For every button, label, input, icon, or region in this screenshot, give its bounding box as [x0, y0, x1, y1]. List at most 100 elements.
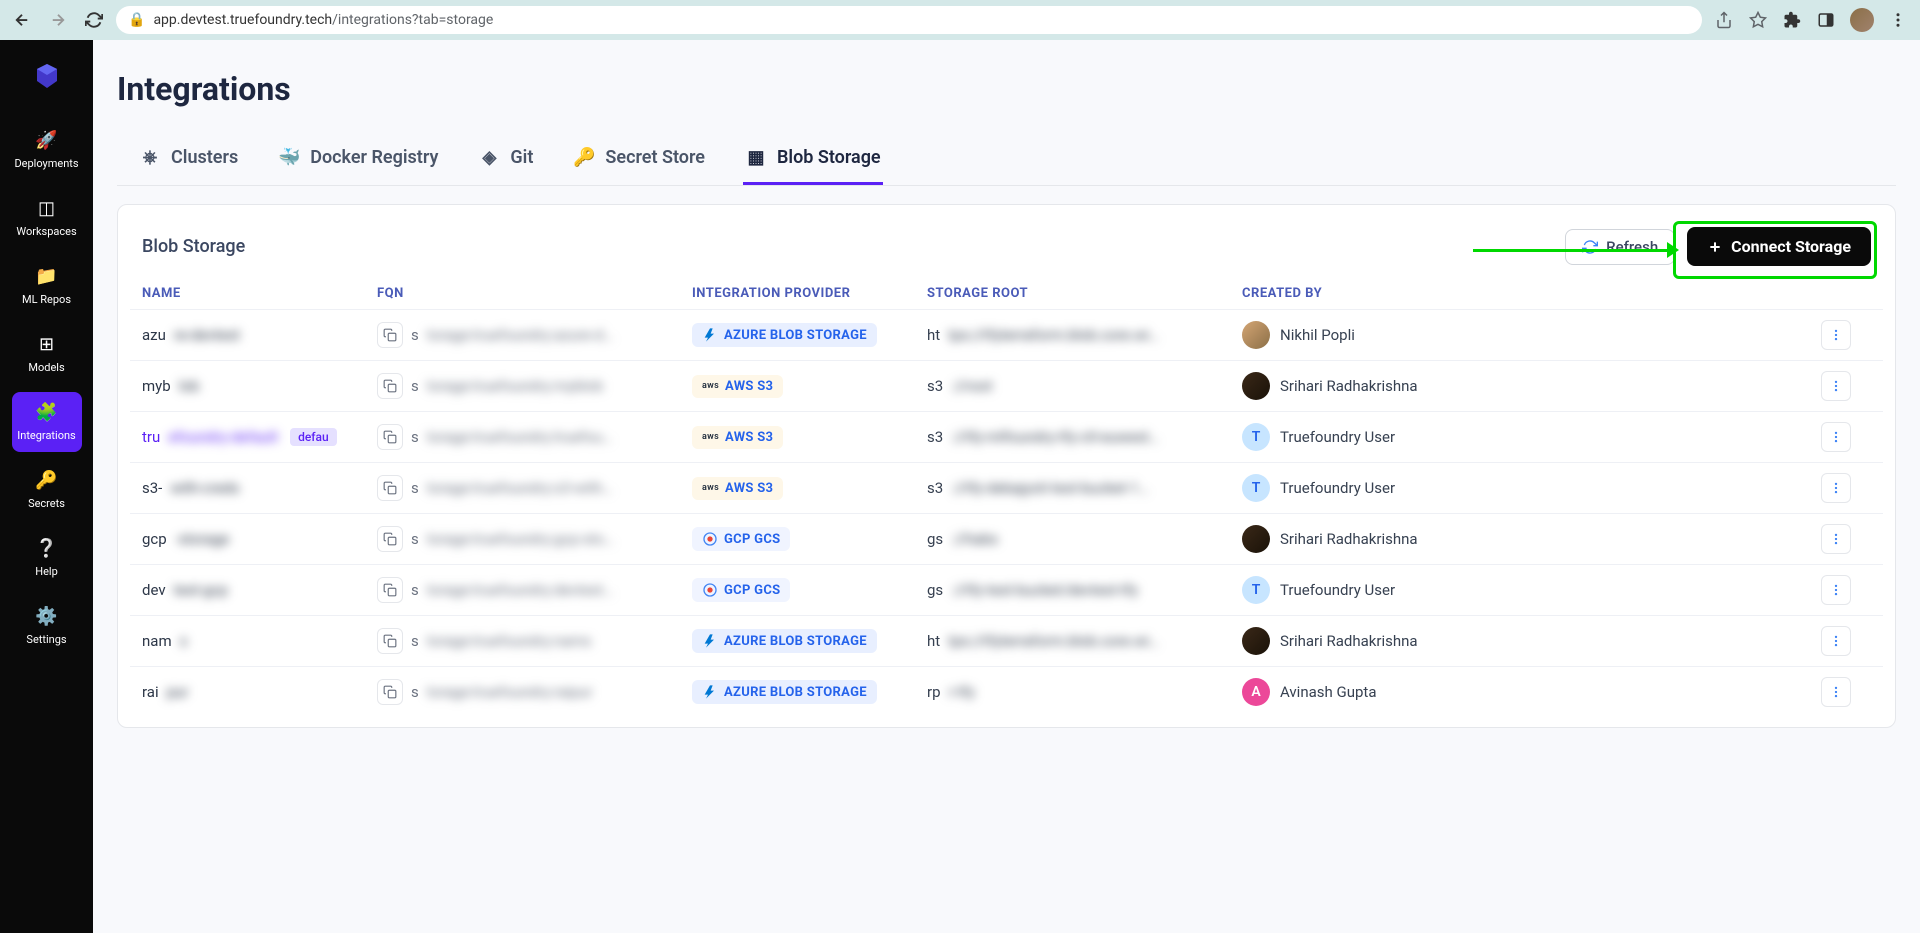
- user-avatar: A: [1242, 678, 1270, 706]
- key-icon: 🔑: [35, 470, 57, 491]
- row-name: nams: [142, 632, 377, 650]
- sidebar-item-workspaces[interactable]: ◫Workspaces: [12, 188, 82, 248]
- table-header: NAME FQN INTEGRATION PROVIDER STORAGE RO…: [130, 278, 1883, 309]
- tab-secret-store[interactable]: 🔑Secret Store: [571, 132, 707, 185]
- row-menu-button[interactable]: [1821, 320, 1851, 350]
- grid-icon: ◫: [38, 198, 55, 219]
- row-fqn: storage:truefoundry:truefou…: [377, 424, 692, 450]
- connect-storage-button[interactable]: Connect Storage: [1687, 227, 1871, 266]
- row-fqn: storage:truefoundry:myblob: [377, 373, 692, 399]
- row-name[interactable]: truefoundry-defaultdefau: [142, 428, 377, 446]
- sidebar-item-deployments[interactable]: 🚀Deployments: [12, 120, 82, 180]
- refresh-icon: [1582, 239, 1598, 255]
- copy-icon[interactable]: [377, 424, 403, 450]
- user-avatar: T: [1242, 576, 1270, 604]
- folder-icon: 📁: [35, 266, 57, 287]
- table-row: namsstorage:truefoundry:namsAZURE BLOB S…: [130, 615, 1883, 666]
- row-name: devtest-gcp: [142, 581, 377, 599]
- row-storage-root: https://tfyterraform.blob.core.wi…: [927, 632, 1242, 650]
- tab-git[interactable]: ◈Git: [476, 132, 535, 185]
- row-fqn: storage:truefoundry:azure-d…: [377, 322, 692, 348]
- bookmark-icon[interactable]: [1748, 10, 1768, 30]
- row-menu-button[interactable]: [1821, 626, 1851, 656]
- row-created-by: TTruefoundry User: [1242, 474, 1821, 502]
- row-storage-root: gs://habs: [927, 530, 1242, 548]
- share-icon[interactable]: [1714, 10, 1734, 30]
- row-created-by: AAvinash Gupta: [1242, 678, 1821, 706]
- row-storage-root: https://tfyterraform.blob.core.wi…: [927, 326, 1242, 344]
- copy-icon[interactable]: [377, 322, 403, 348]
- table-row: azure-devteststorage:truefoundry:azure-d…: [130, 309, 1883, 360]
- extensions-icon[interactable]: [1782, 10, 1802, 30]
- reload-button[interactable]: [84, 10, 104, 30]
- tab-clusters[interactable]: ⎈Clusters: [137, 132, 240, 185]
- page-title: Integrations: [117, 70, 1896, 108]
- row-name: myblob: [142, 377, 377, 395]
- address-bar[interactable]: 🔒 app.devtest.truefoundry.tech/integrati…: [116, 6, 1702, 34]
- sidebar-item-help[interactable]: ❔Help: [12, 528, 82, 588]
- row-menu-button[interactable]: [1821, 422, 1851, 452]
- sidebar-item-secrets[interactable]: 🔑Secrets: [12, 460, 82, 520]
- row-name: azure-devtest: [142, 326, 377, 344]
- row-menu-button[interactable]: [1821, 371, 1851, 401]
- user-avatar: [1242, 525, 1270, 553]
- puzzle-icon: 🧩: [35, 402, 57, 423]
- row-storage-root: s3://tfy-mlfoundry-tfy-ctl-euwest…: [927, 428, 1242, 446]
- user-avatar: T: [1242, 474, 1270, 502]
- refresh-button[interactable]: Refresh: [1565, 229, 1675, 265]
- panel-icon[interactable]: [1816, 10, 1836, 30]
- tabs: ⎈Clusters 🐳Docker Registry ◈Git 🔑Secret …: [117, 132, 1896, 186]
- row-provider: GCP GCS: [692, 578, 927, 602]
- row-name: raipur: [142, 683, 377, 701]
- row-menu-button[interactable]: [1821, 575, 1851, 605]
- card-title: Blob Storage: [142, 236, 245, 257]
- row-storage-root: s3://root: [927, 377, 1242, 395]
- copy-icon[interactable]: [377, 475, 403, 501]
- help-icon: ❔: [35, 538, 57, 559]
- row-fqn: storage:truefoundry:nams: [377, 628, 692, 654]
- row-menu-button[interactable]: [1821, 524, 1851, 554]
- row-provider: awsAWS S3: [692, 477, 927, 500]
- copy-icon[interactable]: [377, 628, 403, 654]
- gear-icon: ⚙️: [35, 606, 57, 627]
- row-storage-root: gs://tfy-test-bucket/devtest-tfy: [927, 581, 1242, 599]
- sidebar: 🚀Deployments ◫Workspaces 📁ML Repos ⊞Mode…: [0, 40, 93, 933]
- row-menu-button[interactable]: [1821, 677, 1851, 707]
- row-created-by: TTruefoundry User: [1242, 423, 1821, 451]
- row-storage-root: s3://tfy-debajyoti-test-bucket-1…: [927, 479, 1242, 497]
- copy-icon[interactable]: [377, 679, 403, 705]
- menu-icon[interactable]: [1888, 10, 1908, 30]
- table-row: raipurstorage:truefoundry:raipurAZURE BL…: [130, 666, 1883, 717]
- logo[interactable]: [31, 60, 63, 92]
- cluster-icon: ⎈: [139, 146, 161, 168]
- user-avatar: [1242, 627, 1270, 655]
- back-button[interactable]: [12, 10, 32, 30]
- tab-docker[interactable]: 🐳Docker Registry: [276, 132, 440, 185]
- copy-icon[interactable]: [377, 373, 403, 399]
- row-fqn: storage:truefoundry:raipur: [377, 679, 692, 705]
- storage-card: Blob Storage Refresh Connect Storage: [117, 204, 1896, 728]
- row-provider: GCP GCS: [692, 527, 927, 551]
- row-created-by: Nikhil Popli: [1242, 321, 1821, 349]
- row-menu-button[interactable]: [1821, 473, 1851, 503]
- row-provider: AZURE BLOB STORAGE: [692, 680, 927, 704]
- row-provider: awsAWS S3: [692, 426, 927, 449]
- copy-icon[interactable]: [377, 526, 403, 552]
- sidebar-item-models[interactable]: ⊞Models: [12, 324, 82, 384]
- sidebar-item-settings[interactable]: ⚙️Settings: [12, 596, 82, 656]
- forward-button[interactable]: [48, 10, 68, 30]
- row-fqn: storage:truefoundry:devtest…: [377, 577, 692, 603]
- row-created-by: Srihari Radhakrishna: [1242, 627, 1821, 655]
- sidebar-item-integrations[interactable]: 🧩Integrations: [12, 392, 82, 452]
- docker-icon: 🐳: [278, 146, 300, 168]
- tab-blob-storage[interactable]: ▦Blob Storage: [743, 132, 883, 185]
- row-provider: AZURE BLOB STORAGE: [692, 629, 927, 653]
- profile-avatar[interactable]: [1850, 8, 1874, 32]
- copy-icon[interactable]: [377, 577, 403, 603]
- row-provider: awsAWS S3: [692, 375, 927, 398]
- table-icon: ⊞: [39, 334, 54, 355]
- git-icon: ◈: [478, 146, 500, 168]
- table-row: myblobstorage:truefoundry:myblobawsAWS S…: [130, 360, 1883, 411]
- user-avatar: [1242, 321, 1270, 349]
- sidebar-item-mlrepos[interactable]: 📁ML Repos: [12, 256, 82, 316]
